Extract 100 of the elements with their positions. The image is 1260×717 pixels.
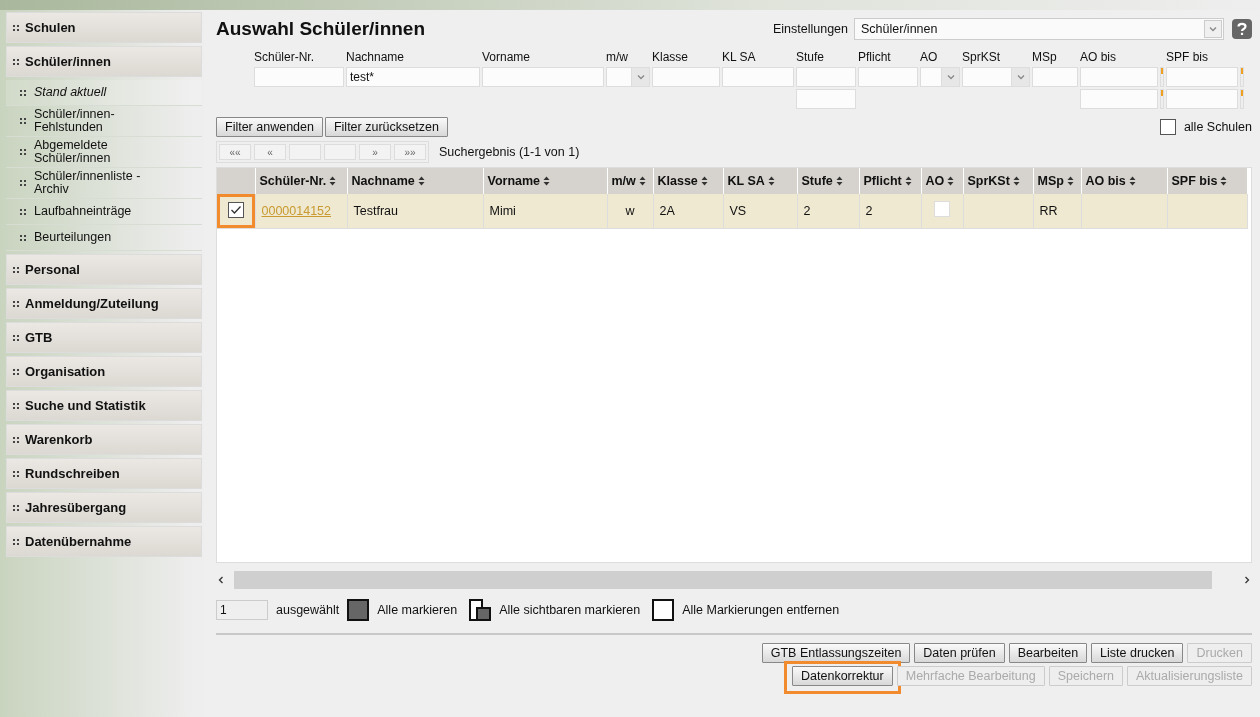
checkbox-label: alle Schulen: [1183, 120, 1252, 134]
horizontal-scrollbar[interactable]: [234, 571, 1212, 589]
column-header[interactable]: MSp: [1033, 168, 1081, 194]
empty-square-icon: [652, 599, 675, 621]
date-input[interactable]: [1080, 67, 1158, 87]
action-button[interactable]: GTB Entlassungszeiten: [761, 643, 911, 663]
filter-input[interactable]: [796, 67, 856, 87]
sidebar-section[interactable]: Personal: [6, 254, 202, 285]
sidebar-item[interactable]: Schüler/innenliste - Archiv: [6, 168, 202, 199]
sort-icon: [1128, 176, 1136, 186]
column-header[interactable]: KL SA: [723, 168, 797, 194]
filter-label: SPF bis: [1166, 50, 1209, 65]
sort-icon: [767, 176, 775, 186]
filter-select[interactable]: [962, 67, 1030, 87]
sidebar-section[interactable]: GTB: [6, 322, 202, 353]
action-button[interactable]: Datenkorrektur: [792, 666, 893, 686]
pager-button[interactable]: »: [359, 144, 391, 160]
column-header[interactable]: Stufe: [797, 168, 859, 194]
sidebar-section[interactable]: Suche und Statistik: [6, 390, 202, 421]
grip-icon: [13, 436, 19, 443]
filter-input[interactable]: [652, 67, 720, 87]
filter-button[interactable]: Filter anwenden: [216, 117, 323, 137]
filter-label: Nachname: [346, 50, 406, 65]
sort-icon: [835, 176, 843, 186]
table-cell-text: 2: [803, 203, 811, 218]
selected-label: ausgewählt: [276, 603, 340, 617]
checkbox[interactable]: [1159, 119, 1176, 135]
chevron-down-icon: [945, 72, 956, 82]
date-input[interactable]: [1166, 67, 1238, 87]
date-picker-handle[interactable]: [1240, 89, 1244, 109]
action-button[interactable]: Bearbeiten: [1008, 643, 1088, 663]
filter-input[interactable]: test*: [346, 67, 480, 87]
sidebar-section[interactable]: Warenkorb: [6, 424, 202, 455]
column-header[interactable]: m/w: [607, 168, 653, 194]
date-picker-handle[interactable]: [1240, 67, 1244, 87]
date-input[interactable]: [1166, 89, 1238, 109]
sidebar-section[interactable]: Rundschreiben: [6, 458, 202, 489]
overlapping-squares-icon: [469, 599, 492, 621]
filter-input[interactable]: [254, 67, 344, 87]
selection-action-link[interactable]: Alle Markierungen entfernen: [682, 603, 840, 617]
settings-label: Einstellungen: [772, 22, 848, 36]
column-header[interactable]: Pflicht: [859, 168, 921, 194]
filter-select[interactable]: [920, 67, 960, 87]
sidebar-item[interactable]: Beurteilungen: [6, 225, 202, 251]
sort-icon: [417, 176, 425, 186]
grip-icon: [13, 470, 19, 477]
pager-button[interactable]: ««: [219, 144, 251, 160]
table-row[interactable]: 0000014152 Testfrau Mimi w 2A VS 2 2 RR: [217, 194, 1247, 228]
selection-action-link[interactable]: Alle markieren: [377, 603, 458, 617]
sidebar-item[interactable]: Abgemeldete Schüler/innen: [6, 137, 202, 168]
filter-button[interactable]: Filter zurücksetzen: [324, 117, 448, 137]
sidebar-section[interactable]: Datenübernahme: [6, 526, 202, 557]
filter-label: MSp: [1032, 50, 1058, 65]
page-title: Auswahl Schüler/innen: [216, 18, 427, 40]
filter-label: Klasse: [652, 50, 690, 65]
settings-select[interactable]: Schüler/innen: [854, 18, 1224, 40]
table-cell-text: Mimi: [489, 203, 516, 218]
column-header[interactable]: Vorname: [483, 168, 607, 194]
table-cell-text: w: [625, 203, 635, 218]
selection-action-link[interactable]: Alle sichtbaren markieren: [499, 603, 641, 617]
column-header[interactable]: Klasse: [653, 168, 723, 194]
grip-icon: [13, 300, 19, 307]
sidebar-item[interactable]: Stand aktuell: [6, 80, 202, 106]
checkbox[interactable]: [227, 202, 244, 219]
help-icon[interactable]: [1232, 19, 1252, 39]
sidebar-section[interactable]: Schulen: [6, 12, 202, 43]
filter-select[interactable]: [606, 67, 650, 87]
sidebar-section[interactable]: Jahresübergang: [6, 492, 202, 523]
sidebar-section[interactable]: Anmeldung/Zuteilung: [6, 288, 202, 319]
filter-label: AO bis: [1080, 50, 1117, 65]
action-button[interactable]: Daten prüfen: [914, 643, 1005, 663]
sidebar-section[interactable]: Organisation: [6, 356, 202, 387]
chevron-down-icon: [1015, 72, 1026, 82]
pager-button[interactable]: «: [254, 144, 286, 160]
column-header[interactable]: SprKSt: [963, 168, 1033, 194]
sidebar-section[interactable]: Schüler/innen: [6, 46, 202, 77]
filter-input[interactable]: [1032, 67, 1078, 87]
table-cell-text: Testfrau: [353, 203, 398, 218]
sidebar-item[interactable]: Schüler/innen-Fehlstunden: [6, 106, 202, 137]
table-cell-text: 2: [865, 203, 873, 218]
filled-square-icon: [347, 599, 370, 621]
filter-input[interactable]: [858, 67, 918, 87]
column-header[interactable]: AO: [921, 168, 963, 194]
column-header[interactable]: Nachname: [347, 168, 483, 194]
sidebar-item[interactable]: Laufbahneinträge: [6, 199, 202, 225]
date-picker-handle[interactable]: [1160, 89, 1164, 109]
sort-icon: [638, 176, 646, 186]
filter-input[interactable]: [722, 67, 794, 87]
action-button[interactable]: Liste drucken: [1091, 643, 1184, 663]
pager-button[interactable]: »»: [394, 144, 426, 160]
column-header[interactable]: Schüler-Nr.: [255, 168, 347, 194]
date-picker-handle[interactable]: [1160, 67, 1164, 87]
grip-icon: [20, 208, 26, 215]
date-input[interactable]: [1080, 89, 1158, 109]
filter-label: Vorname: [482, 50, 532, 65]
filter-input[interactable]: [482, 67, 604, 87]
filter-input[interactable]: [796, 89, 856, 109]
column-header[interactable]: SPF bis: [1167, 168, 1247, 194]
column-header[interactable]: AO bis: [1081, 168, 1167, 194]
chevron-down-icon: [1208, 24, 1218, 34]
